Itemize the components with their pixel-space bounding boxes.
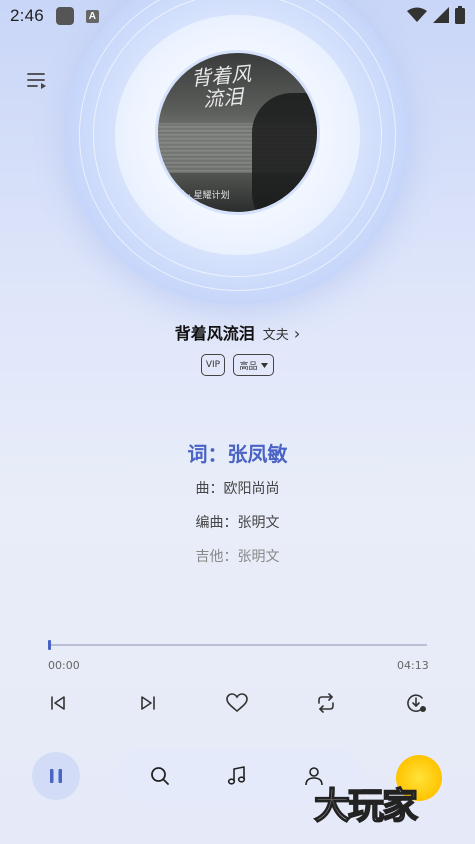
quality-label: 高品	[239, 361, 258, 372]
album-figure	[252, 93, 317, 212]
artist-link[interactable]: 文夫 ›	[263, 324, 301, 343]
previous-icon	[51, 696, 65, 710]
album-title: 背着风 流泪	[190, 61, 254, 112]
nav-search[interactable]	[148, 764, 172, 788]
repeat-icon	[318, 693, 334, 713]
progress-handle[interactable]	[47, 640, 51, 650]
current-time: 00:00	[48, 659, 80, 672]
watermark-text: 大玩家	[313, 785, 419, 828]
watermark: 大玩家	[312, 755, 462, 828]
heart-icon	[226, 693, 248, 713]
like-button[interactable]	[222, 688, 252, 718]
chevron-right-icon: ›	[293, 324, 301, 343]
lyric-line: 曲：欧阳尚尚	[195, 481, 280, 497]
lyric-line: 编曲：张明文	[195, 515, 280, 531]
music-note-icon	[227, 766, 246, 785]
next-button[interactable]	[133, 688, 163, 718]
next-icon	[141, 696, 155, 710]
song-title: 背着风流泪	[174, 324, 255, 343]
status-icons	[407, 6, 465, 24]
playlist-icon	[27, 73, 46, 89]
playback-controls	[0, 688, 475, 718]
song-info: 背着风流泪 文夫 ›	[0, 320, 475, 344]
previous-button[interactable]	[43, 688, 73, 718]
album-caption: 乐 · 星耀计划	[176, 191, 230, 201]
album-title-line2: 流泪	[201, 84, 244, 112]
signal-icon	[433, 7, 449, 23]
search-icon	[151, 767, 169, 785]
download-button[interactable]	[401, 688, 431, 718]
total-time: 04:13	[397, 659, 429, 672]
battery-icon	[455, 6, 465, 24]
playlist-button[interactable]	[26, 70, 48, 92]
vip-badge: VIP	[201, 354, 225, 376]
badges: VIP 高品	[0, 354, 475, 376]
quality-selector[interactable]: 高品	[233, 354, 274, 376]
album-cover: 背着风 流泪 乐 · 星耀计划	[155, 50, 320, 215]
vinyl-disc[interactable]: 背着风 流泪 乐 · 星耀计划	[65, 0, 410, 305]
pause-button[interactable]	[32, 752, 80, 800]
download-icon	[407, 694, 426, 713]
progress-bar[interactable]	[47, 640, 427, 650]
song-artist: 文夫	[262, 328, 289, 343]
nav-music[interactable]	[225, 764, 249, 788]
lyric-line-active: 词：张凤敏	[187, 442, 288, 466]
lyrics-panel[interactable]: 词：张凤敏 曲：欧阳尚尚 编曲：张明文 吉他：张明文	[0, 438, 475, 574]
pause-icon	[50, 769, 62, 783]
caret-down-icon	[260, 362, 268, 368]
status-time: 2:46	[10, 6, 44, 25]
repeat-button[interactable]	[311, 688, 341, 718]
lyric-line: 吉他：张明文	[195, 549, 280, 565]
wifi-icon	[407, 7, 427, 22]
